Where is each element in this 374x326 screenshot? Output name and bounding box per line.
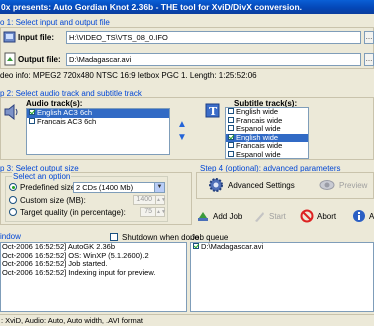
input-file-label: Input file: [18, 33, 54, 42]
add-job-icon [198, 212, 208, 221]
predefined-size-select[interactable]: 2 CDs (1400 Mb) ▼ [73, 182, 165, 193]
custom-size-value: 1400 [136, 196, 152, 203]
abort-icon [300, 209, 314, 223]
target-quality-value: 75 [144, 208, 152, 215]
target-quality-input[interactable]: 75 ▲▼ [140, 207, 166, 217]
target-quality-radio[interactable] [9, 208, 17, 216]
job-queue-list[interactable]: D:\Madagascar.avi [190, 242, 374, 312]
input-file-icon [3, 31, 16, 43]
job-queue-title: Job queue [191, 233, 229, 242]
abort-button[interactable]: Abort [300, 209, 336, 223]
move-down-icon[interactable]: ▼ [177, 132, 187, 143]
option-group-title: Select an option [12, 172, 72, 181]
svg-text:T: T [209, 105, 218, 118]
audio-track-label: Francais AC3 6ch [37, 116, 97, 126]
audio-track-checkbox[interactable] [29, 117, 35, 124]
log-window-title: indow [0, 232, 21, 241]
subtitle-track-checkbox[interactable] [228, 133, 234, 140]
subtitle-track-label: Espanol wide [236, 149, 281, 159]
predefined-size-label: Predefined size: [20, 183, 78, 192]
about-label: A [369, 211, 374, 221]
output-browse-button[interactable]: … [364, 53, 374, 66]
subtitle-track-checkbox[interactable] [228, 125, 234, 132]
preview-button[interactable]: Preview [318, 176, 367, 194]
subtitle-track-checkbox[interactable] [228, 116, 234, 123]
predefined-size-value: 2 CDs (1400 Mb) [76, 183, 134, 192]
log-line: Oct-2006 16:52:52] Indexing input for pr… [2, 267, 156, 277]
subtitle-track-item[interactable]: Espanol wide [226, 149, 308, 159]
move-up-icon[interactable]: ▲ [177, 119, 187, 130]
gear-icon [209, 178, 223, 192]
input-browse-button[interactable]: … [364, 31, 374, 44]
preview-icon [319, 180, 335, 190]
chevron-down-icon: ▼ [154, 183, 164, 192]
start-label: Start [269, 211, 286, 221]
custom-size-label: Custom size (MB): [20, 196, 86, 205]
shutdown-checkbox[interactable] [110, 233, 118, 241]
preview-label: Preview [339, 180, 368, 190]
subtitle-track-checkbox[interactable] [228, 150, 234, 157]
target-quality-label: Target quality (in percentage): [20, 208, 126, 217]
add-job-button[interactable]: Add Job [196, 209, 242, 223]
advanced-settings-label: Advanced Settings [228, 180, 295, 190]
subtitle-track-list[interactable]: English wide Francais wide Espanol wide Eng… [225, 107, 309, 159]
job-queue-label: D:\Madagascar.avi [201, 242, 264, 251]
spinner-icon: ▲▼ [155, 208, 166, 216]
start-icon [255, 212, 264, 222]
about-icon [353, 210, 365, 222]
start-button[interactable]: Start [252, 209, 286, 223]
job-queue-item[interactable]: D:\Madagascar.avi [191, 243, 373, 252]
subtitle-text-icon: T [205, 103, 220, 118]
log-window[interactable]: Oct-2006 16:52:52] AutoGK 2.36b Oct-2006 … [0, 242, 187, 312]
spinner-icon: ▲▼ [155, 196, 166, 204]
video-info-text: deo info: MPEG2 720x480 NTSC 16:9 letbox… [0, 71, 257, 80]
subtitle-track-checkbox[interactable] [228, 142, 234, 149]
add-job-label: Add Job [213, 211, 243, 221]
predefined-size-radio[interactable] [9, 183, 17, 191]
shutdown-label: Shutdown when done [122, 233, 199, 242]
window-titlebar: 0x presents: Auto Gordian Knot 2.36b - T… [0, 0, 374, 14]
status-bar: : XviD, Audio: Auto, Auto width, .AVI fo… [0, 314, 374, 326]
about-button[interactable]: A [352, 209, 374, 223]
audio-track-checkbox[interactable] [29, 109, 35, 116]
subtitle-track-checkbox[interactable] [228, 108, 234, 115]
abort-label: Abort [317, 211, 337, 221]
job-queue-checkbox[interactable] [193, 243, 199, 250]
audio-track-list[interactable]: English AC3 6ch Francais AC3 6ch [26, 108, 170, 155]
audio-tracks-label: Audio track(s): [26, 99, 83, 108]
speaker-icon [4, 103, 18, 121]
custom-size-input[interactable]: 1400 ▲▼ [133, 195, 166, 205]
step1-title: o 1: Select input and output file [0, 18, 110, 27]
output-file-label: Output file: [18, 55, 61, 64]
advanced-settings-button[interactable]: Advanced Settings [207, 176, 295, 194]
output-file-icon [4, 52, 16, 66]
output-file-field[interactable]: D:\Madagascar.avi [66, 53, 361, 66]
audio-track-item[interactable]: Francais AC3 6ch [27, 116, 169, 127]
custom-size-radio[interactable] [9, 196, 17, 204]
input-file-field[interactable]: H:\VIDEO_TS\VTS_08_0.IFO [66, 31, 361, 44]
